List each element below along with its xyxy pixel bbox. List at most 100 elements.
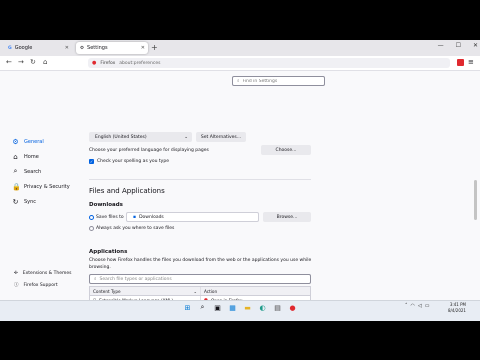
- app-search-field[interactable]: ⌕ Search file types or applications: [89, 274, 311, 284]
- search-icon: ⌕: [237, 79, 240, 84]
- set-alternatives-button[interactable]: Set Alternatives...: [196, 132, 246, 142]
- app-search-placeholder: Search file types or applications: [99, 276, 172, 282]
- files-applications-heading: Files and Applications: [89, 187, 165, 195]
- spelling-checkbox[interactable]: ✓: [89, 159, 94, 164]
- file-explorer-icon[interactable]: ▬: [242, 302, 253, 313]
- maximize-icon[interactable]: ☐: [456, 42, 461, 49]
- system-tray: ˄ ◠ ◁ ▭: [405, 303, 429, 309]
- clock[interactable]: 3:41 PM 8/4/2021: [448, 302, 466, 314]
- sidebar-item-general[interactable]: ⚙ General: [12, 134, 70, 149]
- window-controls: — ☐ ✕: [438, 42, 478, 49]
- wifi-icon[interactable]: ◠: [411, 303, 415, 309]
- task-view-icon[interactable]: ▣: [212, 302, 223, 313]
- puzzle-icon: ✣: [14, 270, 18, 276]
- store-icon[interactable]: ▤: [272, 302, 283, 313]
- settings-sidebar: ⚙ General ⌂ Home ⌕ Search 🔒 Privacy & Security ↻…: [12, 134, 70, 209]
- widgets-icon[interactable]: ▦: [227, 302, 238, 313]
- sidebar-item-home[interactable]: ⌂ Home: [12, 149, 70, 164]
- url-brand: Firefox: [100, 60, 116, 66]
- choose-button[interactable]: Choose...: [261, 145, 311, 155]
- new-tab-button[interactable]: +: [151, 43, 158, 52]
- tab-bar: G Google ✕ ⚙ Settings ✕ + — ☐ ✕: [0, 40, 480, 56]
- sidebar-footer-label: Firefox Support: [23, 282, 58, 288]
- save-files-radio[interactable]: [89, 215, 94, 220]
- download-folder: Downloads: [139, 214, 164, 220]
- search-icon: ⌕: [13, 167, 18, 175]
- battery-icon[interactable]: ▭: [425, 303, 430, 309]
- divider: [89, 179, 311, 180]
- forward-icon[interactable]: →: [18, 58, 24, 66]
- tab-title: Google: [14, 45, 33, 51]
- spelling-label: Check your spelling as you type: [97, 159, 169, 164]
- sidebar-item-search[interactable]: ⌕ Search: [12, 164, 70, 179]
- sidebar-item-label: Sync: [24, 198, 37, 205]
- windows-start-icon[interactable]: ⊞: [182, 302, 193, 313]
- home-icon: ⌂: [13, 152, 18, 161]
- sidebar-footer-firefox-support[interactable]: ⓘ Firefox Support: [14, 279, 71, 291]
- google-icon: G: [8, 45, 12, 51]
- find-in-settings[interactable]: ⌕: [232, 76, 325, 86]
- sidebar-footer-label: Extensions & Themes: [22, 270, 72, 276]
- menu-icon[interactable]: ≡: [468, 58, 474, 66]
- taskbar-apps: ⊞ ⌕ ▣ ▦ ▬ ◐ ▤ ●: [182, 302, 298, 313]
- url-bar[interactable]: ● Firefox about:preferences: [88, 58, 450, 68]
- sidebar-item-label: Home: [24, 153, 39, 160]
- back-icon[interactable]: ←: [6, 58, 12, 66]
- reload-icon[interactable]: ↻: [30, 58, 36, 66]
- sync-icon: ↻: [12, 197, 19, 206]
- volume-icon[interactable]: ◁: [418, 303, 422, 309]
- scrollbar[interactable]: [474, 180, 477, 220]
- search-icon[interactable]: ⌕: [197, 302, 208, 313]
- firefox-icon: ●: [92, 60, 97, 66]
- tab-google[interactable]: G Google ✕: [4, 42, 72, 54]
- sidebar-item-label: Privacy & Security: [24, 183, 70, 190]
- downloads-heading: Downloads: [89, 202, 123, 208]
- chevron-up-icon[interactable]: ˄: [405, 303, 408, 309]
- close-icon[interactable]: ✕: [65, 45, 69, 51]
- clock-date: 8/4/2021: [448, 308, 466, 313]
- close-icon[interactable]: ✕: [141, 45, 145, 51]
- edge-icon[interactable]: ◐: [257, 302, 268, 313]
- applications-description-cont: browsing.: [89, 265, 111, 270]
- minimize-icon[interactable]: —: [438, 42, 444, 49]
- sidebar-footer-extensions-themes[interactable]: ✣ Extensions & Themes: [14, 267, 71, 279]
- col-action[interactable]: Action: [201, 289, 310, 294]
- sort-icon: ⌄: [193, 288, 197, 294]
- browser-window: G Google ✕ ⚙ Settings ✕ + — ☐ ✕ ← → ↻ ⌂ …: [0, 40, 480, 320]
- find-input[interactable]: [242, 78, 313, 84]
- always-ask-radio[interactable]: [89, 226, 94, 231]
- col-label: Content Type: [93, 288, 121, 294]
- col-label: Action: [204, 288, 218, 294]
- preferred-language-text: Choose your preferred language for displ…: [89, 148, 209, 153]
- always-ask-label: Always ask you where to save files: [96, 226, 175, 231]
- folder-icon: ▪: [133, 214, 137, 220]
- settings-page: ⌕ ⚙General⌂Home⌕Search🔒Privacy & Securit…: [0, 71, 480, 320]
- sidebar-item-privacy-security[interactable]: 🔒 Privacy & Security: [12, 179, 70, 194]
- download-folder-field[interactable]: ▪ Downloads: [126, 212, 259, 222]
- url-address: about:preferences: [119, 60, 161, 66]
- close-window-icon[interactable]: ✕: [473, 42, 478, 49]
- chevron-down-icon: ⌄: [184, 134, 188, 140]
- firefox-icon[interactable]: ●: [287, 302, 298, 313]
- search-icon: ⌕: [94, 277, 97, 282]
- applications-heading: Applications: [89, 249, 128, 255]
- lock-icon: 🔒: [12, 182, 21, 191]
- table-header: Content Type ⌄ Action: [90, 287, 310, 297]
- browse-button[interactable]: Browse...: [263, 212, 311, 222]
- tab-title: Settings: [87, 45, 108, 51]
- sidebar-item-label: General: [24, 138, 44, 145]
- tab-settings[interactable]: ⚙ Settings ✕: [76, 42, 148, 54]
- sidebar-item-sync[interactable]: ↻ Sync: [12, 194, 70, 209]
- sidebar-item-label: Search: [24, 168, 42, 175]
- home-icon[interactable]: ⌂: [43, 58, 47, 66]
- extension-icon[interactable]: [457, 59, 464, 66]
- nav-bar: ← → ↻ ⌂ ● Firefox about:preferences ≡: [0, 56, 480, 71]
- save-files-label: Save files to: [96, 215, 124, 220]
- applications-description: Choose how Firefox handles the files you…: [89, 258, 312, 263]
- gear-icon: ⚙: [80, 45, 85, 51]
- sidebar-footer: ✣ Extensions & Themes ⓘ Firefox Support: [14, 267, 71, 291]
- help-icon: ⓘ: [14, 283, 19, 288]
- language-select[interactable]: English (United States) ⌄: [89, 132, 192, 142]
- col-content-type[interactable]: Content Type ⌄: [90, 287, 201, 296]
- gear-icon: ⚙: [12, 137, 19, 146]
